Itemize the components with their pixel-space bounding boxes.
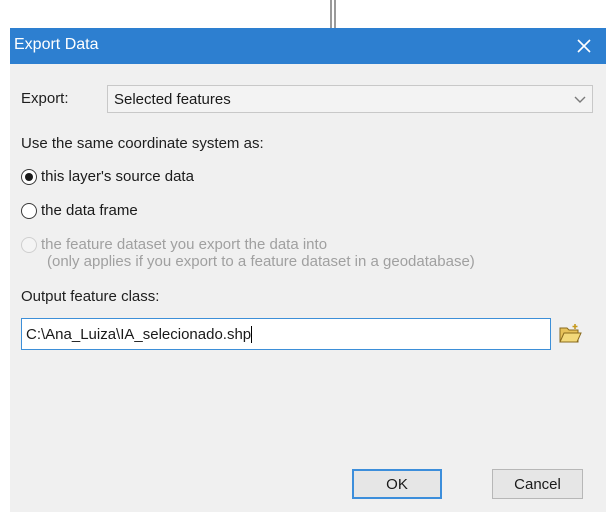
radio-dot-icon [25,173,33,181]
folder-open-icon [559,324,582,343]
radio-feature-dataset-label: the feature dataset you export the data … [41,236,328,253]
radio-feature-dataset-sublabel: (only applies if you export to a feature… [47,253,475,270]
radio-button-selected[interactable] [21,169,37,185]
output-path-input[interactable]: C:\Ana_Luiza\IA_selecionado.shp [21,318,551,350]
radio-data-frame[interactable]: the data frame [21,202,138,219]
output-path-value: C:\Ana_Luiza\IA_selecionado.shp [26,326,252,343]
output-feature-class-label: Output feature class: [21,288,160,305]
radio-source-data[interactable]: this layer's source data [21,168,194,185]
radio-source-data-label: this layer's source data [41,168,194,185]
ok-button[interactable]: OK [352,469,442,499]
radio-feature-dataset: the feature dataset you export the data … [21,236,475,270]
browse-button[interactable] [556,320,584,348]
radio-data-frame-label: the data frame [41,202,138,219]
export-dropdown[interactable]: Selected features [107,85,593,113]
radio-button-disabled [21,237,37,253]
cancel-button[interactable]: Cancel [492,469,583,499]
export-label: Export: [21,90,69,107]
export-data-dialog: Export Data Export: Selected features Us… [10,28,606,512]
close-icon [577,39,591,53]
radio-button[interactable] [21,203,37,219]
close-button[interactable] [572,34,596,58]
chevron-down-icon [574,96,586,103]
export-selected-value: Selected features [114,91,231,108]
dialog-title: Export Data [14,36,99,53]
dialog-titlebar[interactable]: Export Data [10,28,606,64]
text-caret [251,326,253,343]
coordinate-system-heading: Use the same coordinate system as: [21,135,264,152]
background-window-edge [330,0,336,28]
